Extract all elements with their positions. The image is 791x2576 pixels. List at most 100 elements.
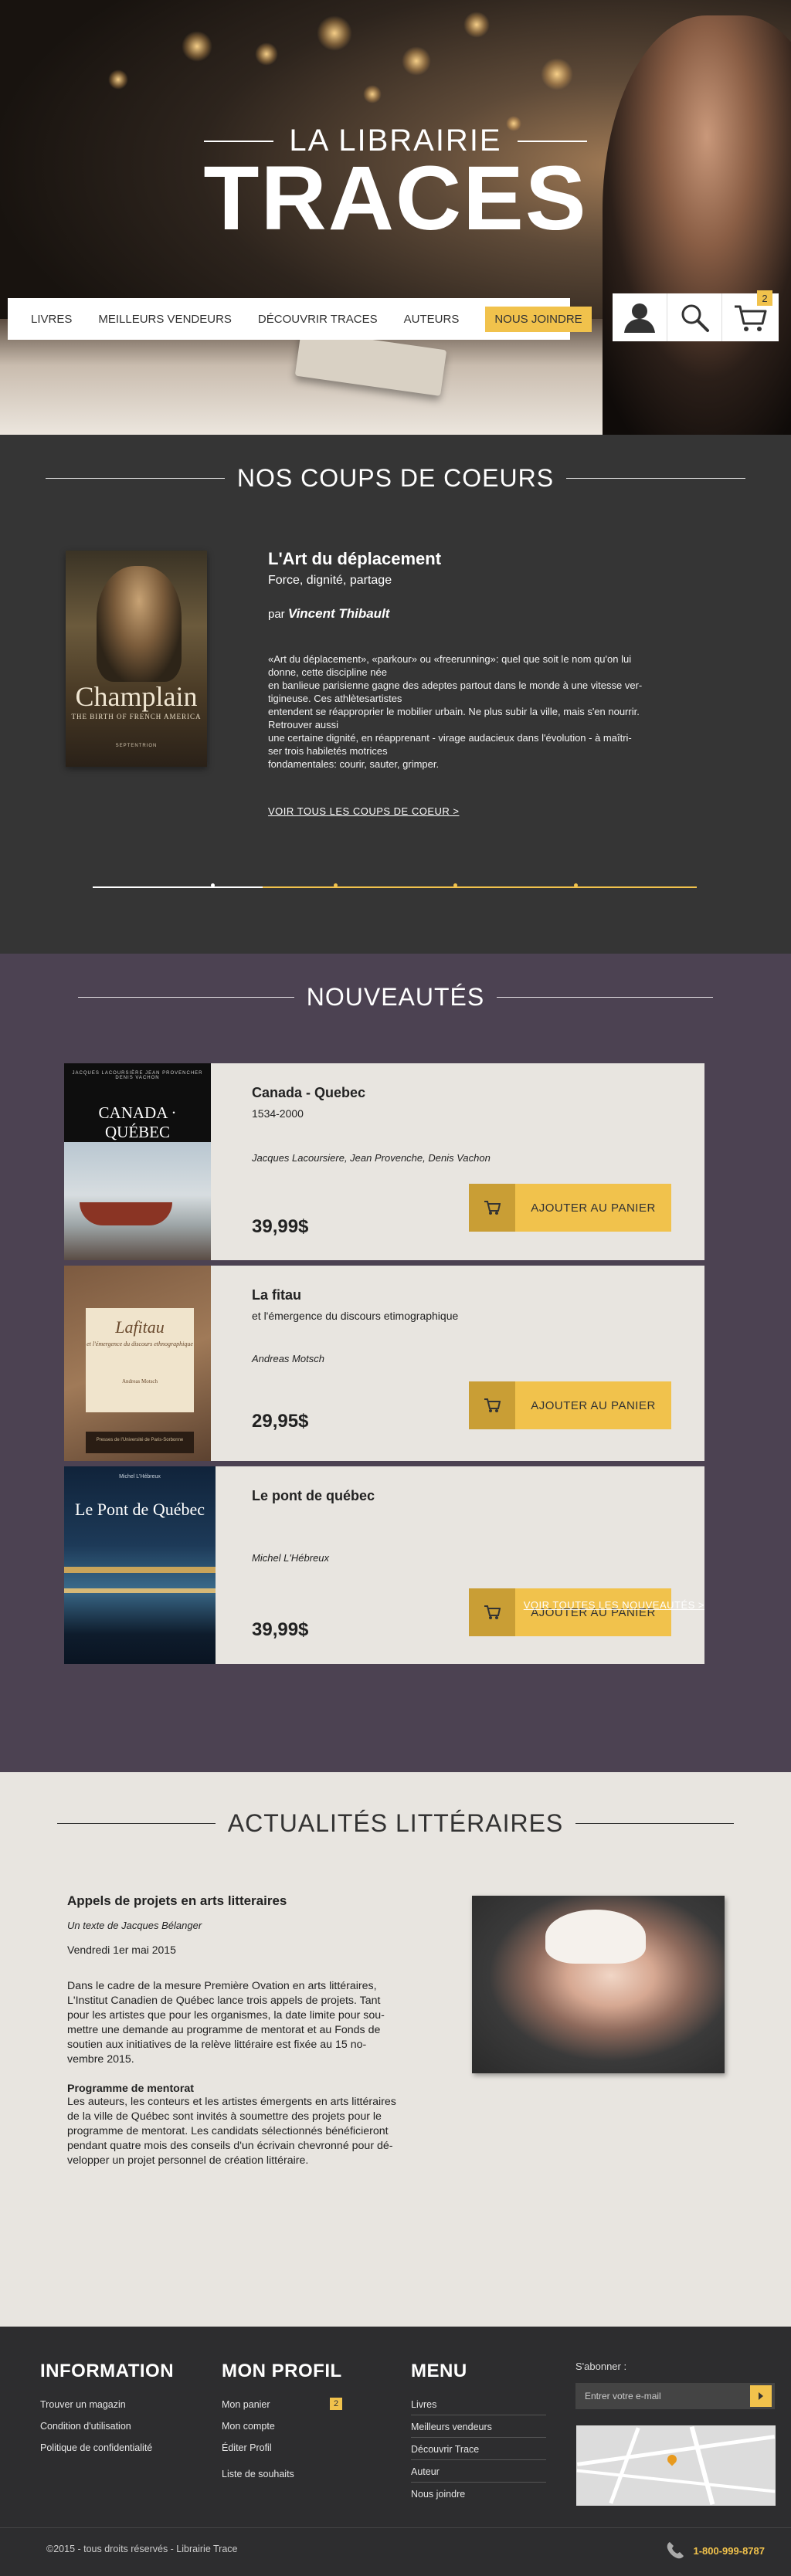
map-pin-icon [665, 2452, 679, 2466]
phone-contact[interactable]: 1-800-999-8787 [665, 2540, 765, 2561]
logo[interactable]: LA LIBRAIRIE TRACES [0, 124, 791, 244]
heading-rule [497, 997, 714, 998]
user-icon [624, 303, 655, 333]
footer-link-souhaits[interactable]: Liste de souhaits [222, 2469, 294, 2479]
slider-dot-active[interactable] [211, 883, 215, 887]
hero-banner: LA LIBRAIRIE TRACES LIVRES MEILLEURS VEN… [0, 0, 791, 435]
nouveautes-section: NOUVEAUTÉS JACQUES LACOURSIÈRE JEAN PROV… [0, 954, 791, 1772]
book-price: 39,99$ [252, 1619, 309, 1640]
article-body-2: Les auteurs, les conteurs et les artiste… [67, 2096, 396, 2167]
featured-author: par Vincent Thibault [268, 606, 720, 622]
portrait-hair [545, 1910, 646, 1964]
cover-title: Champlain [75, 681, 198, 712]
book-authors: Andreas Motsch [252, 1353, 324, 1364]
logo-rule-right [517, 140, 587, 142]
cover-authors: JACQUES LACOURSIÈRE JEAN PROVENCHER DENI… [72, 1071, 203, 1080]
logo-rule-left [204, 140, 274, 142]
footer-link-confidentialite[interactable]: Politique de confidentialité [40, 2442, 152, 2453]
add-to-cart-label: AJOUTER AU PANIER [531, 1398, 656, 1412]
cart-icon [469, 1184, 515, 1232]
footer-link-livres[interactable]: Livres [411, 2399, 436, 2410]
article: Appels de projets en arts litteraires Un… [67, 1893, 457, 2168]
footer-link-decouvrir-trace[interactable]: Découvrir Trace [411, 2444, 479, 2455]
book-title[interactable]: La fitau [252, 1287, 684, 1303]
slider-progress [263, 886, 697, 888]
nav-meilleurs-vendeurs[interactable]: MEILLEURS VENDEURS [98, 313, 232, 326]
footer-link-mon-panier[interactable]: Mon panier [222, 2399, 270, 2410]
nav-auteurs[interactable]: AUTEURS [404, 313, 460, 326]
footer-link-trouver-magazin[interactable]: Trouver un magazin [40, 2399, 126, 2410]
add-to-cart-button[interactable]: AJOUTER AU PANIER [469, 1588, 671, 1636]
book-price: 29,95$ [252, 1411, 309, 1432]
email-field[interactable]: Entrer votre e-mail [575, 2383, 775, 2409]
nav-decouvrir-traces[interactable]: DÉCOUVRIR TRACES [258, 313, 378, 326]
book-cover-canada-quebec[interactable]: JACQUES LACOURSIÈRE JEAN PROVENCHER DENI… [64, 1063, 211, 1260]
cart-icon [469, 1381, 515, 1429]
article-title[interactable]: Appels de projets en arts litteraires [67, 1893, 457, 1909]
header-icons: 2 [613, 290, 779, 341]
article-body: Dans le cadre de la mesure Première Ovat… [67, 1980, 385, 2066]
book-subtitle: 1534-2000 [252, 1107, 304, 1120]
store-map[interactable] [576, 2425, 776, 2506]
footer: INFORMATION Trouver un magazin Condition… [0, 2327, 791, 2576]
phone-number: 1-800-999-8787 [693, 2544, 765, 2557]
featured-description: «Art du déplacement», «parkour» ou «free… [268, 653, 643, 770]
footer-profil: MON PROFIL Mon panier 2 Mon compte Édite… [222, 2361, 342, 2490]
heading-rule [566, 478, 746, 479]
add-to-cart-button[interactable]: AJOUTER AU PANIER [469, 1184, 671, 1232]
cover-painting [64, 1142, 211, 1260]
cover-subtitle: THE BIRTH OF FRENCH AMERICA [71, 713, 202, 720]
featured-book-info: L'Art du déplacement Force, dignité, par… [268, 549, 720, 819]
footer-menu: MENU Livres Meilleurs vendeurs Découvrir… [411, 2361, 546, 2510]
book-cover-lafitau[interactable]: Lafitau et l'émergence du discours ethno… [64, 1266, 211, 1461]
footer-link-auteur[interactable]: Auteur [411, 2466, 440, 2477]
search-button[interactable] [667, 293, 722, 341]
subscribe-submit-button[interactable] [750, 2385, 772, 2407]
actualites-heading: ACTUALITÉS LITTÉRAIRES [227, 1809, 564, 1837]
footer-profil-title: MON PROFIL [222, 2361, 342, 2381]
cover-portrait [97, 566, 182, 682]
actualites-section: ACTUALITÉS LITTÉRAIRES Appels de projets… [0, 1772, 791, 2327]
coups-heading: NOS COUPS DE COEURS [236, 464, 555, 492]
add-to-cart-button[interactable]: AJOUTER AU PANIER [469, 1381, 671, 1429]
search-icon [681, 304, 709, 332]
see-all-nouveautes-link[interactable]: VOIR TOUTES LES NOUVEAUTÉS > [524, 1599, 704, 1611]
footer-link-meilleurs-vendeurs[interactable]: Meilleurs vendeurs [411, 2422, 492, 2432]
slider-dot[interactable] [334, 883, 338, 887]
book-card: JACQUES LACOURSIÈRE JEAN PROVENCHER DENI… [64, 1063, 704, 1260]
footer-link-conditions[interactable]: Condition d'utilisation [40, 2421, 131, 2432]
cart-button[interactable]: 2 [722, 290, 777, 341]
section-heading: ACTUALITÉS LITTÉRAIRES [0, 1772, 791, 1838]
section-heading: NOS COUPS DE COEURS [0, 435, 791, 493]
book-card: Lafitau et l'émergence du discours ethno… [64, 1266, 704, 1461]
featured-subtitle: Force, dignité, partage [268, 574, 392, 587]
see-all-coups-link[interactable]: VOIR TOUS LES COUPS DE COEUR > [268, 805, 460, 817]
book-authors: Michel L'Hébreux [252, 1552, 330, 1564]
slider-dot[interactable] [453, 883, 457, 887]
book-price: 39,99$ [252, 1216, 309, 1237]
footer-link-editer-profil[interactable]: Éditer Profil [222, 2442, 272, 2453]
main-nav: LIVRES MEILLEURS VENDEURS DÉCOUVRIR TRAC… [8, 298, 592, 340]
cover-canoe [80, 1202, 172, 1225]
book-title[interactable]: Le pont de québec [252, 1488, 684, 1504]
slider-dot[interactable] [574, 883, 578, 887]
nav-livres[interactable]: LIVRES [31, 313, 72, 326]
author-name[interactable]: Vincent Thibault [288, 606, 390, 621]
cover-publisher: SEPTENTRION [115, 744, 158, 748]
carousel-slider[interactable] [93, 883, 697, 888]
book-card: Michel L'Hébreux Le Pont de Québec Le po… [64, 1466, 704, 1664]
add-to-cart-label: AJOUTER AU PANIER [531, 1201, 656, 1215]
featured-title[interactable]: L'Art du déplacement [268, 549, 720, 569]
book-subtitle: et l'émergence du discours etimographiqu… [252, 1310, 459, 1322]
footer-link-mon-compte[interactable]: Mon compte [222, 2421, 275, 2432]
account-button[interactable] [613, 293, 667, 341]
subscribe-label: S'abonner : [575, 2361, 627, 2372]
nav-nous-joindre[interactable]: NOUS JOINDRE [485, 306, 592, 332]
book-cover-champlain[interactable]: Champlain THE BIRTH OF FRENCH AMERICA SE… [66, 551, 207, 767]
cart-icon [469, 1588, 515, 1636]
book-title[interactable]: Canada - Quebec [252, 1085, 684, 1101]
footer-bottom-bar: ©2015 - tous droits réservés - Librairie… [0, 2527, 791, 2576]
book-cover-pont-de-quebec[interactable]: Michel L'Hébreux Le Pont de Québec [64, 1466, 216, 1664]
cover-author: Andreas Motsch [121, 1378, 158, 1385]
footer-link-nous-joindre[interactable]: Nous joindre [411, 2489, 465, 2500]
